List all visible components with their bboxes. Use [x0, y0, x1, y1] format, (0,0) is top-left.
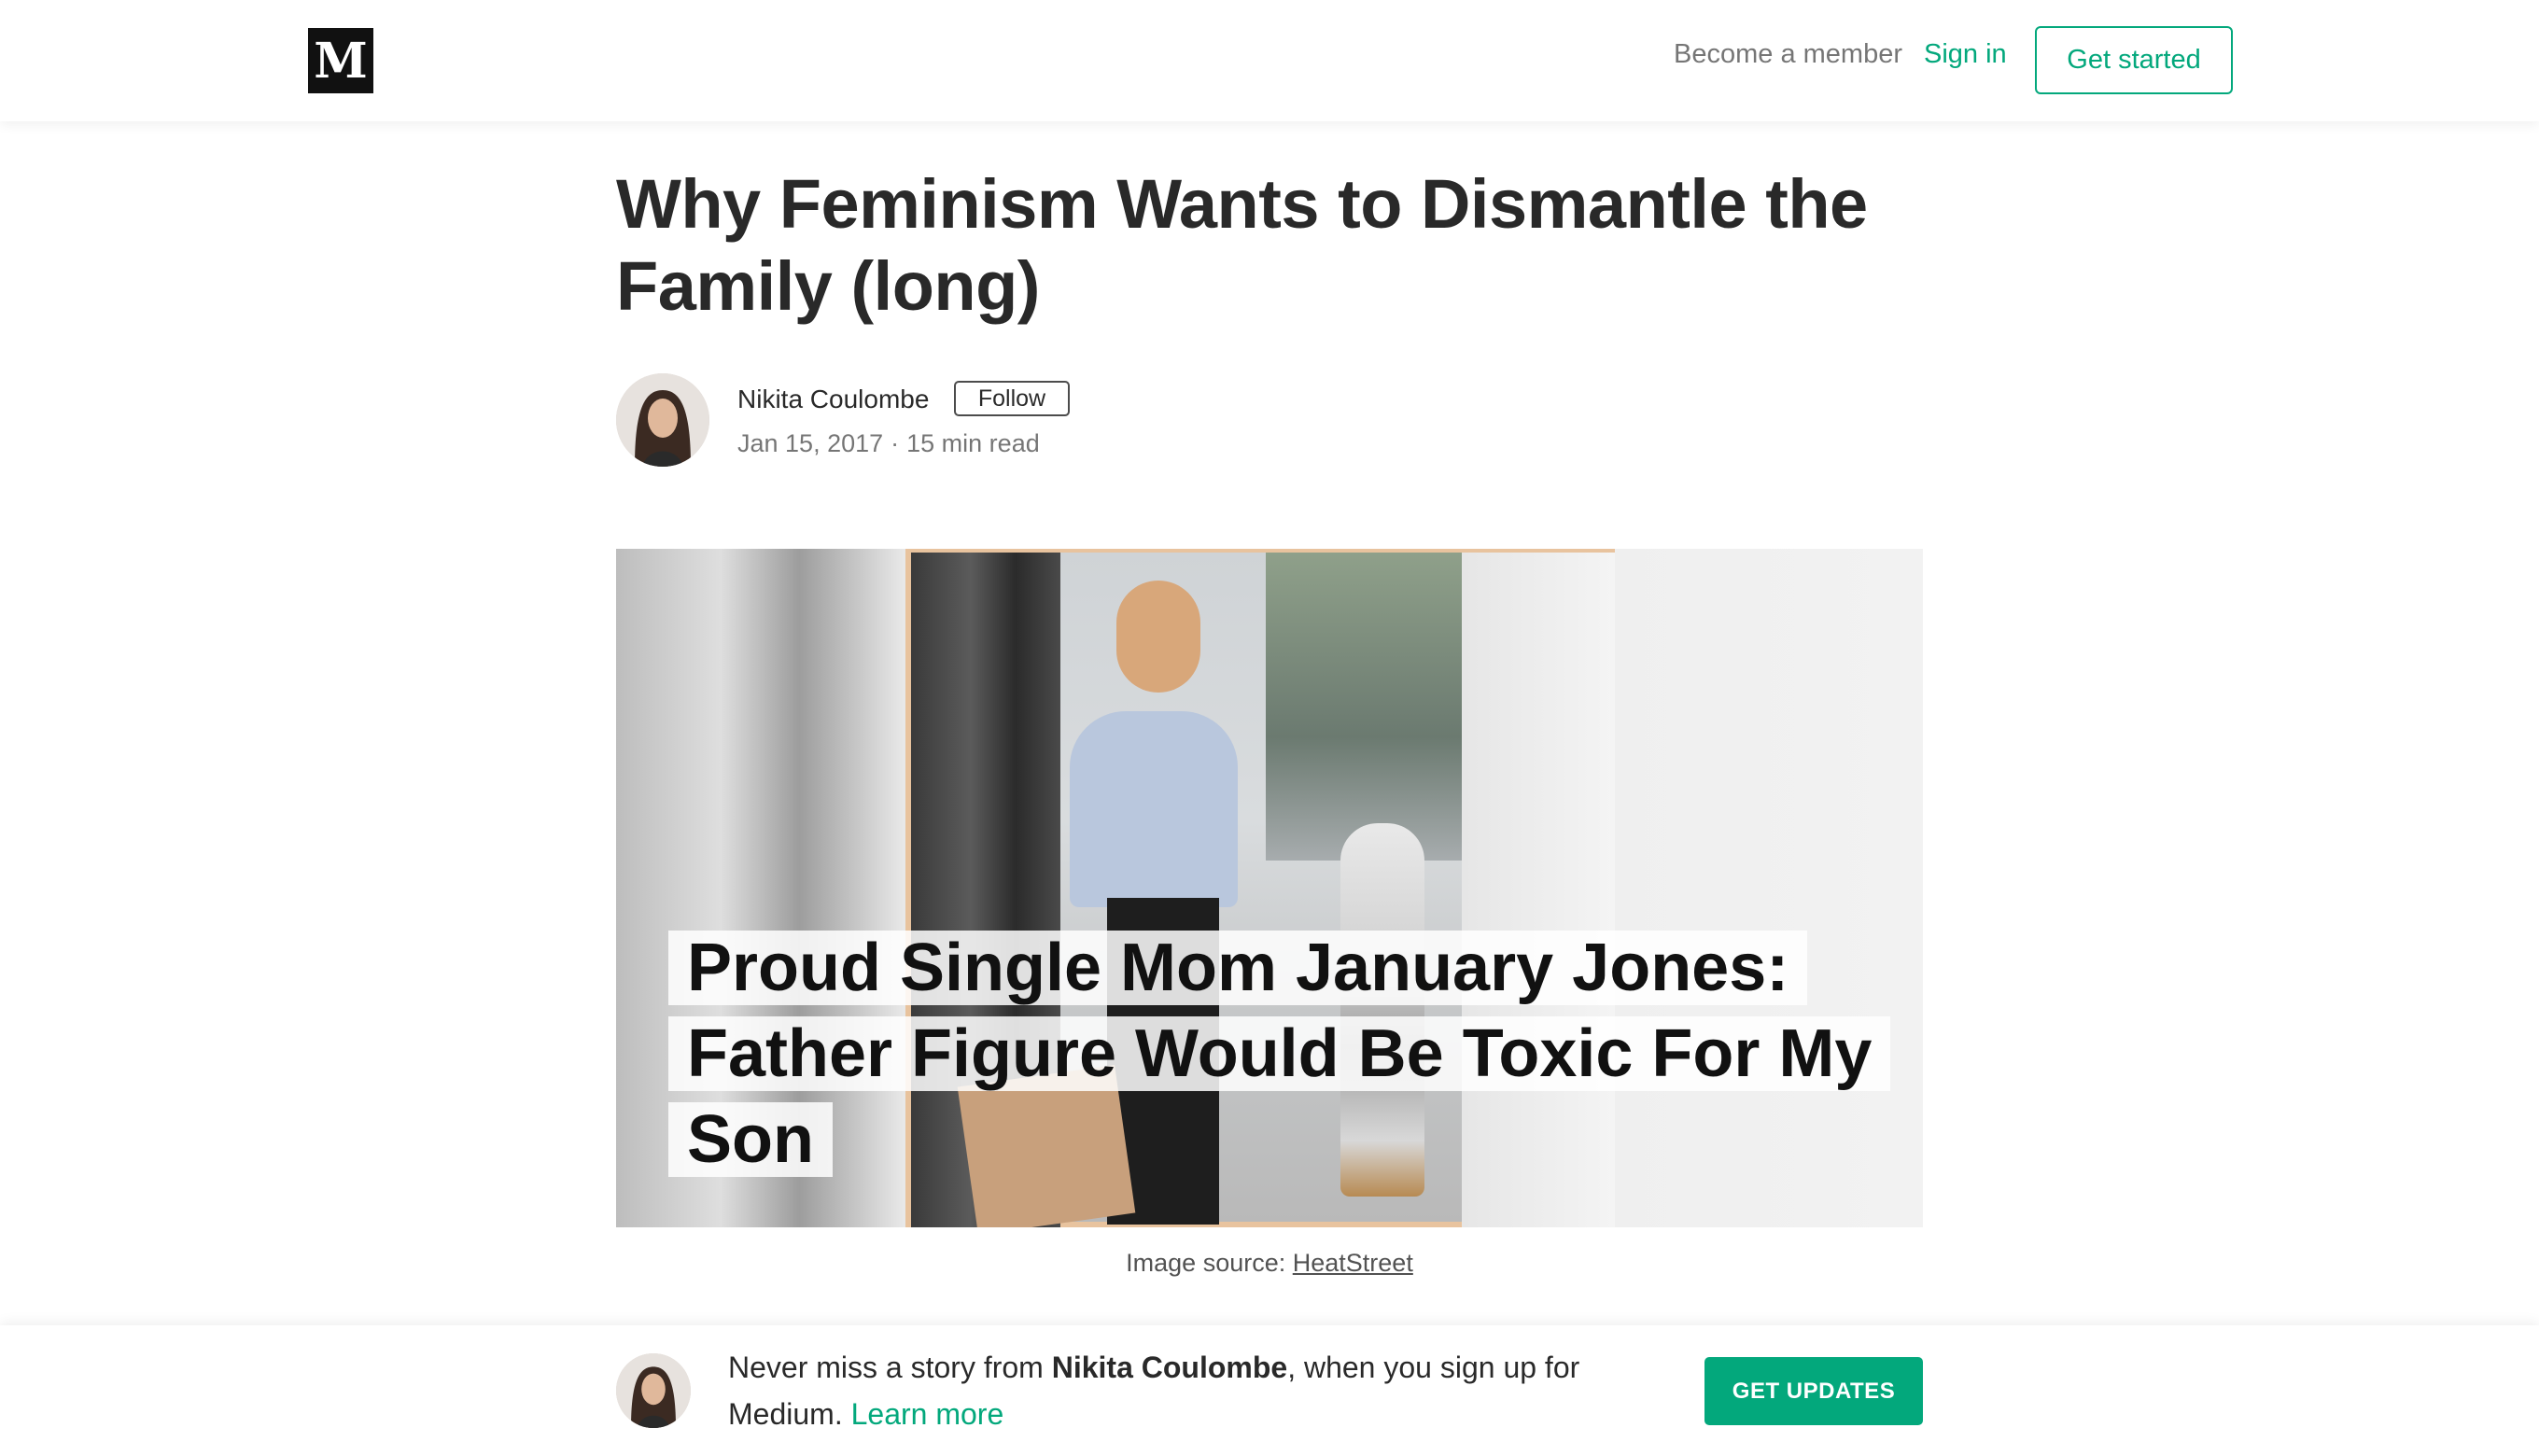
author-name[interactable]: Nikita Coulombe	[737, 385, 929, 414]
hero-headline-overlay: Proud Single Mom January Jones: Father F…	[668, 925, 1891, 1183]
top-navigation-bar: M Become a member Sign in Get started	[0, 0, 2539, 121]
article-meta: Jan 15, 2017 · 15 min read	[737, 429, 1040, 458]
follow-button[interactable]: Follow	[954, 381, 1070, 416]
learn-more-link[interactable]: Learn more	[851, 1397, 1004, 1431]
author-avatar[interactable]	[616, 373, 709, 467]
hero-image[interactable]: Proud Single Mom January Jones: Father F…	[616, 549, 1923, 1227]
caption-source-link[interactable]: HeatStreet	[1293, 1249, 1413, 1277]
photo-window	[1266, 553, 1462, 861]
banner-author-photo-icon	[616, 1353, 691, 1428]
read-time: 15 min read	[906, 429, 1040, 457]
signup-banner: Never miss a story from Nikita Coulombe,…	[0, 1325, 2539, 1456]
photo-woman-sweater	[1070, 711, 1238, 907]
meta-separator: ·	[891, 429, 900, 457]
banner-author-avatar	[616, 1353, 691, 1428]
become-member-link[interactable]: Become a member	[1674, 39, 1902, 70]
photo-woman-head	[1116, 581, 1200, 693]
hero-headline-text: Proud Single Mom January Jones: Father F…	[668, 931, 1891, 1177]
banner-text-before: Never miss a story from	[728, 1351, 1052, 1384]
caption-prefix: Image source:	[1126, 1249, 1293, 1277]
banner-message: Never miss a story from Nikita Coulombe,…	[728, 1344, 1624, 1437]
sign-in-link[interactable]: Sign in	[1924, 39, 2007, 70]
publish-date[interactable]: Jan 15, 2017	[737, 429, 883, 457]
get-started-button[interactable]: Get started	[2035, 26, 2233, 94]
author-photo-icon	[616, 373, 709, 467]
article-title: Why Feminism Wants to Dismantle the Fami…	[616, 165, 1868, 325]
medium-logo[interactable]: M	[308, 28, 373, 93]
get-updates-button[interactable]: GET UPDATES	[1704, 1357, 1923, 1425]
image-caption: Image source: HeatStreet	[616, 1249, 1923, 1278]
banner-author-name: Nikita Coulombe	[1051, 1351, 1288, 1384]
